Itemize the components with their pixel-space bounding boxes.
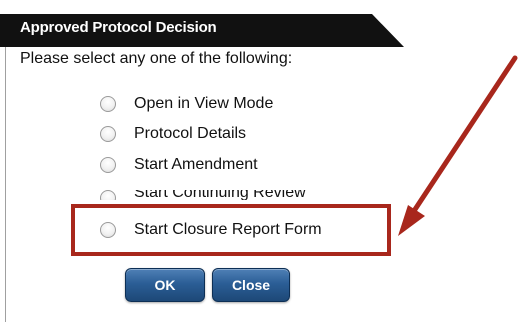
- option-label: Start Amendment: [134, 156, 258, 173]
- option-start-continuing-review[interactable]: Start Continuing Review: [100, 190, 306, 200]
- option-start-amendment[interactable]: Start Amendment: [100, 153, 258, 177]
- close-button[interactable]: Close: [212, 268, 290, 302]
- dialog-title-bar: Approved Protocol Decision: [0, 0, 410, 47]
- option-label: Open in View Mode: [134, 95, 274, 112]
- radio-button[interactable]: [100, 190, 116, 200]
- dialog-title: Approved Protocol Decision: [20, 19, 217, 36]
- dialog-prompt: Please select any one of the following:: [20, 50, 293, 67]
- highlight-box: [71, 204, 391, 256]
- panel-left-border: [5, 47, 6, 322]
- radio-button[interactable]: [100, 157, 116, 173]
- option-label: Protocol Details: [134, 125, 247, 142]
- ok-button[interactable]: OK: [125, 268, 205, 302]
- option-label: Start Continuing Review: [134, 190, 306, 200]
- radio-button[interactable]: [100, 96, 116, 112]
- option-open-in-view-mode[interactable]: Open in View Mode: [100, 92, 273, 116]
- radio-button[interactable]: [100, 126, 116, 142]
- option-protocol-details[interactable]: Protocol Details: [100, 122, 246, 146]
- approved-protocol-decision-dialog: Approved Protocol Decision Please select…: [0, 0, 525, 322]
